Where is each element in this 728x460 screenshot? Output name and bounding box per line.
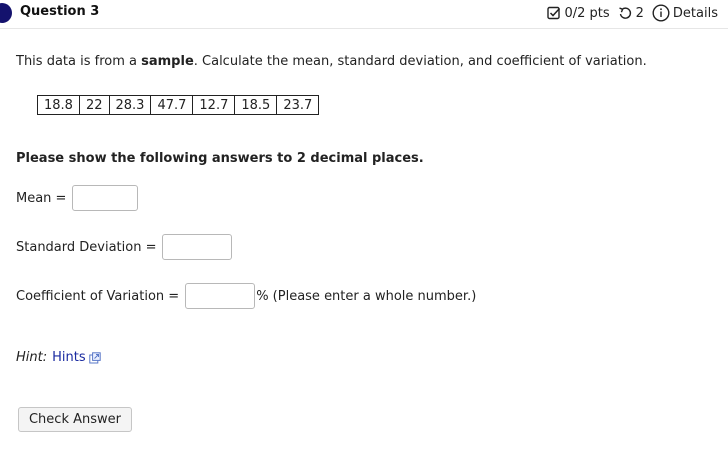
score-text: 0/2 pts [564, 5, 610, 21]
mean-row: Mean = [16, 185, 139, 211]
question-title: Question 3 [20, 4, 100, 19]
question-status-dot [0, 3, 12, 23]
mean-input[interactable] [72, 185, 139, 211]
check-answer-button[interactable]: Check Answer [18, 407, 132, 432]
hints-link[interactable]: Hints [52, 350, 86, 365]
data-cell: 47.7 [150, 95, 194, 115]
data-cell: 28.3 [108, 95, 152, 115]
instructions-text: Please show the following answers to 2 d… [16, 151, 424, 166]
prompt-lead: This data is from a [16, 54, 142, 69]
attempts-count: 2 [635, 5, 644, 21]
data-table: 18.8 22 28.3 47.7 12.7 18.5 23.7 [37, 95, 320, 115]
cv-suffix: % (Please enter a whole number.) [256, 288, 477, 304]
mean-label: Mean = [16, 190, 67, 206]
prompt-emphasis: sample [141, 54, 194, 69]
std-label: Standard Deviation = [16, 239, 157, 255]
info-icon[interactable] [652, 4, 670, 22]
data-cell: 18.5 [234, 95, 278, 115]
cv-label: Coefficient of Variation = [16, 288, 180, 304]
details-link[interactable]: Details [673, 6, 718, 21]
question-prompt: This data is from a sample. Calculate th… [16, 54, 647, 69]
table-row: 18.8 22 28.3 47.7 12.7 18.5 23.7 [37, 95, 320, 115]
data-cell: 18.8 [37, 95, 80, 115]
external-link-icon[interactable] [88, 351, 101, 364]
score-checkbox-icon [547, 6, 561, 20]
data-cell: 22 [78, 95, 110, 115]
question-meta: 0/2 pts 2 Details [547, 2, 718, 24]
retry-icon [618, 6, 633, 21]
std-row: Standard Deviation = [16, 234, 233, 260]
data-cell: 23.7 [276, 95, 320, 115]
std-input[interactable] [162, 234, 233, 260]
cv-input[interactable] [185, 283, 256, 309]
hint-label: Hint: [16, 350, 48, 365]
question-page: Question 3 0/2 pts 2 Details This data i… [0, 0, 728, 460]
hint-row: Hint: Hints [16, 350, 101, 365]
question-header: Question 3 0/2 pts 2 Details [0, 0, 728, 29]
prompt-tail: . Calculate the mean, standard deviation… [193, 54, 647, 69]
data-cell: 12.7 [192, 95, 236, 115]
cv-row: Coefficient of Variation = % (Please ent… [16, 283, 476, 309]
